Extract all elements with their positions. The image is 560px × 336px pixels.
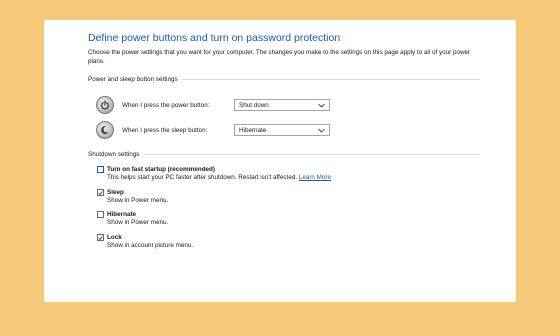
power-button-select[interactable]: Shut down [234, 99, 330, 111]
checkmark-icon [98, 190, 103, 195]
lock-checkbox[interactable] [97, 234, 104, 241]
hibernate-option: Hibernate Show in Power menu. [97, 211, 168, 226]
power-sleep-group-label: Power and sleep button settings [88, 76, 480, 83]
sleep-button-select-value: Hibernate [239, 126, 267, 134]
power-icon [96, 96, 114, 114]
hibernate-label: Hibernate [107, 211, 137, 218]
fast-startup-label: Turn on fast startup (recommended) [107, 166, 215, 173]
power-button-row: When I press the power button: Shut down [96, 96, 330, 114]
power-button-select-value: Shut down [239, 101, 269, 109]
sleep-moon-icon [96, 121, 114, 139]
lock-description: Show in account picture menu. [107, 242, 194, 249]
shutdown-group-label: Shutdown settings [88, 151, 480, 158]
lock-option: Lock Show in account picture menu. [97, 234, 193, 249]
chevron-down-icon [318, 103, 325, 108]
power-sleep-group-title: Power and sleep button settings [88, 76, 178, 83]
shutdown-group-title: Shutdown settings [88, 151, 140, 158]
sleep-button-row: When I press the sleep button: Hibernate [96, 121, 330, 139]
group-divider [143, 154, 480, 155]
fast-startup-description: This helps start your PC faster after sh… [107, 174, 298, 181]
sleep-description: Show in Power menu. [107, 197, 169, 204]
group-divider [181, 79, 480, 80]
hibernate-checkbox[interactable] [97, 211, 104, 218]
sleep-option: Sleep Show in Power menu. [97, 189, 168, 204]
sleep-button-label: When I press the sleep button: [122, 126, 208, 134]
sleep-checkbox[interactable] [97, 189, 104, 196]
sleep-button-select[interactable]: Hibernate [234, 124, 330, 136]
hibernate-description: Show in Power menu. [107, 219, 169, 226]
power-options-panel: Define power buttons and turn on passwor… [44, 20, 516, 302]
sleep-label: Sleep [107, 189, 124, 196]
lock-label: Lock [107, 234, 122, 241]
power-button-label: When I press the power button: [122, 101, 210, 109]
page-description: Choose the power settings that you want … [88, 49, 471, 65]
learn-more-link[interactable]: Learn More [299, 174, 331, 181]
chevron-down-icon [318, 128, 325, 133]
fast-startup-checkbox[interactable] [97, 166, 104, 173]
fast-startup-option: Turn on fast startup (recommended) This … [97, 166, 331, 181]
page-title: Define power buttons and turn on passwor… [88, 32, 341, 44]
checkmark-icon [98, 235, 103, 240]
